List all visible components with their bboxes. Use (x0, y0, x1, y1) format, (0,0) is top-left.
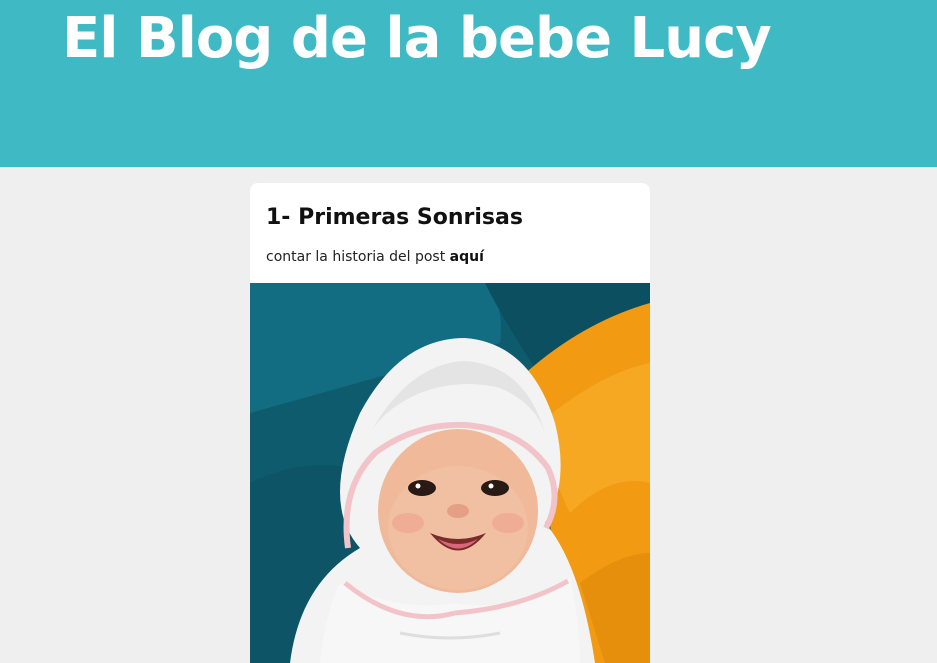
post-excerpt: contar la historia del post aquí (266, 247, 484, 267)
post-read-more-link[interactable]: aquí (450, 249, 484, 265)
baby-photo (250, 283, 650, 663)
post-card[interactable]: 1- Primeras Sonrisas contar la historia … (250, 183, 650, 663)
post-excerpt-text: contar la historia del post (266, 249, 450, 265)
site-title: El Blog de la bebe Lucy (62, 6, 772, 71)
site-header: El Blog de la bebe Lucy (0, 0, 937, 167)
post-title[interactable]: 1- Primeras Sonrisas (266, 203, 523, 233)
